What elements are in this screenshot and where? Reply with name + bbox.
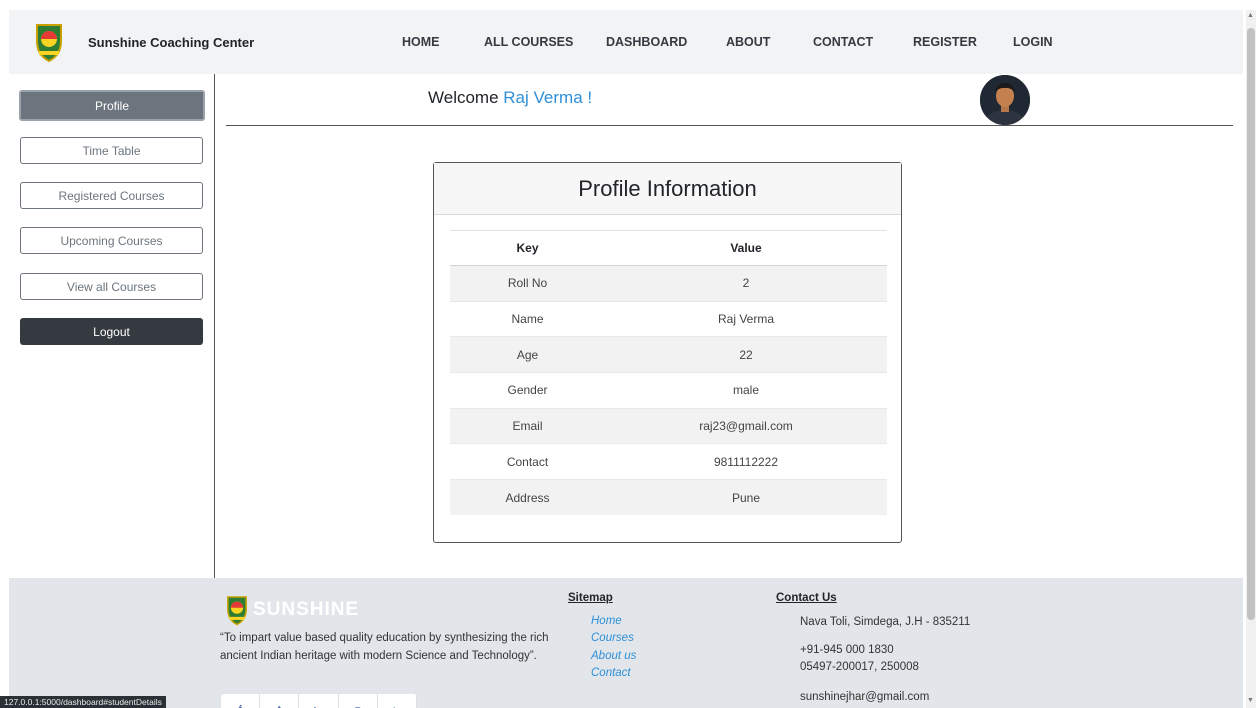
header-divider [226,125,1233,126]
row-value: raj23@gmail.com [605,407,887,444]
twitter-icon[interactable]: t [260,694,300,708]
row-value: 22 [605,336,887,373]
telegram-icon[interactable]: ➤ [378,694,418,708]
footer-logo: SUNSHINE [225,594,359,626]
avatar-image [980,75,1030,125]
contact-landline: 05497-200017, 250008 [800,661,919,673]
column-header-key: Key [450,230,605,266]
brand[interactable]: Sunshine Coaching Center [34,21,254,63]
welcome-prefix: Welcome [428,88,499,107]
row-value: 9811112222 [605,443,887,480]
row-key: Address [450,479,605,516]
sidebar-item-registered-courses[interactable]: Registered Courses [20,182,203,209]
table-row: Age 22 [450,336,887,373]
brand-logo-icon [36,24,62,63]
welcome-username: Raj Verma ! [503,88,593,107]
table-row: Contact 9811112222 [450,443,887,480]
nav-register[interactable]: REGISTER [913,35,977,49]
footer-link-about[interactable]: About us [591,650,636,662]
instagram-icon[interactable]: ◎ [339,694,378,708]
nav-dashboard[interactable]: DASHBOARD [606,35,687,49]
row-key: Gender [450,372,605,409]
sidebar-item-upcoming-courses[interactable]: Upcoming Courses [20,227,203,254]
footer-quote: “To impart value based quality education… [220,632,549,662]
row-value: Raj Verma [605,300,887,337]
contact-heading: Contact Us [776,592,837,604]
nav-about[interactable]: ABOUT [726,35,770,49]
nav-login[interactable]: LOGIN [1013,35,1053,49]
row-key: Name [450,300,605,337]
social-links: f t ▶ ◎ ➤ [221,694,418,708]
row-value: 2 [605,265,887,302]
sidebar-item-view-all-courses[interactable]: View all Courses [20,273,203,300]
scroll-up-arrow-icon[interactable]: ▲ [1247,12,1254,19]
column-header-value: Value [605,230,887,266]
table-header-row: Key Value [450,230,887,266]
brand-name: Sunshine Coaching Center [88,34,255,50]
sidebar-item-profile[interactable]: Profile [19,90,205,121]
scrollbar-thumb[interactable] [1247,28,1255,620]
sidebar: Profile Time Table Registered Courses Up… [9,74,215,578]
contact-email[interactable]: sunshinejhar@gmail.com [800,689,929,706]
row-value: Pune [605,479,887,516]
navbar: Sunshine Coaching Center HOME ALL COURSE… [9,10,1243,74]
avatar[interactable] [980,75,1030,125]
contact-phone: +91-945 000 1830 [800,644,894,656]
footer-link-courses[interactable]: Courses [591,632,634,644]
nav-all-courses[interactable]: ALL COURSES [484,35,573,49]
top-gap [0,0,1256,10]
row-key: Contact [450,443,605,480]
table-row: Name Raj Verma [450,300,887,337]
footer-logo-icon [227,596,247,626]
row-key: Email [450,407,605,444]
profile-table: Key Value Roll No 2 Name Raj Verma Age 2… [450,230,887,516]
facebook-icon[interactable]: f [221,694,261,708]
footer-logo-text: SUNSHINE [253,599,360,620]
profile-card-title: Profile Information [434,163,901,215]
logout-button[interactable]: Logout [20,318,203,345]
table-row: Email raj23@gmail.com [450,407,887,444]
scroll-down-arrow-icon[interactable]: ▼ [1247,697,1254,704]
status-bar-url: 127.0.0.1:5000/dashboard#studentDetails [0,696,166,708]
welcome-heading: Welcome Raj Verma ! [428,88,592,108]
nav-home[interactable]: HOME [402,35,440,49]
row-value: male [605,372,887,409]
row-key: Roll No [450,265,605,302]
sidebar-item-time-table[interactable]: Time Table [20,137,203,164]
footer: SUNSHINE “To impart value based quality … [9,578,1243,708]
profile-card: Profile Information Key Value Roll No 2 … [433,162,902,543]
row-key: Age [450,336,605,373]
youtube-icon[interactable]: ▶ [299,694,339,708]
nav-contact[interactable]: CONTACT [813,35,873,49]
footer-link-home[interactable]: Home [591,615,622,627]
sitemap-heading: Sitemap [568,592,613,604]
table-row: Roll No 2 [450,265,887,302]
table-row: Address Pune [450,479,887,516]
table-row: Gender male [450,372,887,409]
footer-link-contact[interactable]: Contact [591,667,631,679]
contact-address: Nava Toli, Simdega, J.H - 835211 [800,616,971,628]
